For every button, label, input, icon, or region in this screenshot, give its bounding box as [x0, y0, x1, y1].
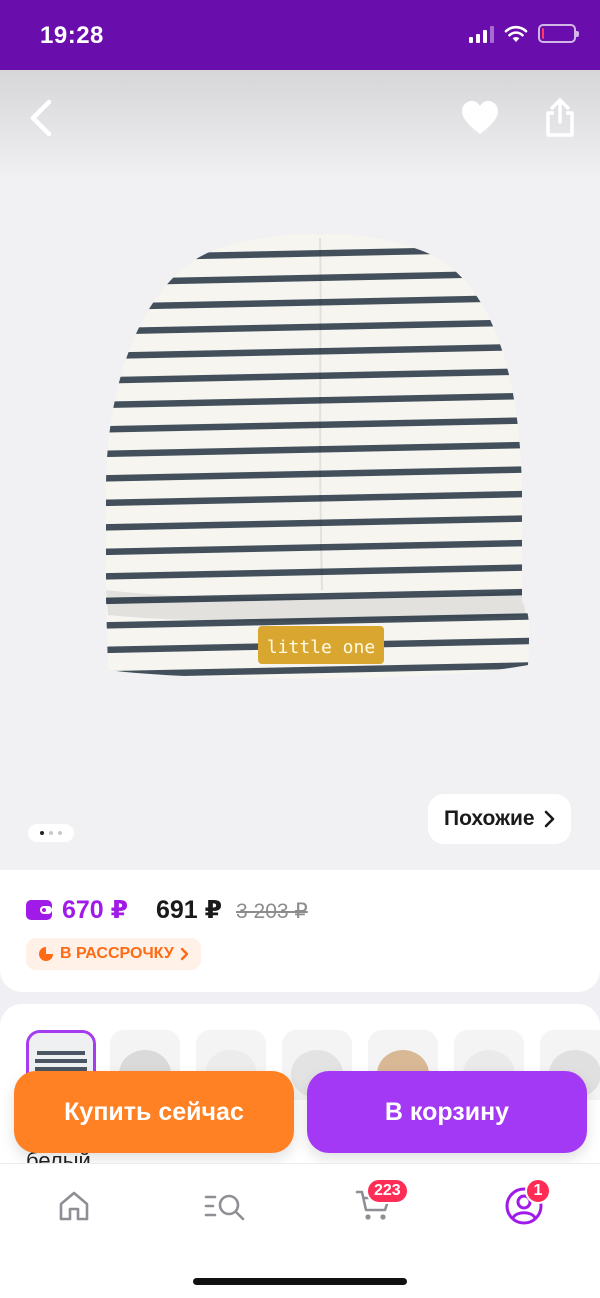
installment-label: В РАССРОЧКУ: [60, 945, 174, 962]
pagination-dot: [58, 831, 62, 835]
signal-icon: [469, 25, 494, 43]
chevron-right-icon: [544, 810, 554, 828]
catalog-search-icon: [204, 1194, 245, 1221]
cart-count-badge: 223: [366, 1178, 409, 1204]
wallet-price: 670 ₽: [62, 896, 129, 924]
product-image[interactable]: little one: [0, 70, 600, 870]
status-time: 19:28: [40, 22, 104, 49]
product-image-gallery[interactable]: little one Похожие: [0, 70, 600, 870]
add-to-cart-button[interactable]: В корзину: [307, 1071, 587, 1153]
status-bar: 19:28: [0, 0, 600, 70]
share-icon[interactable]: [536, 94, 584, 142]
battery-icon: [538, 24, 579, 43]
wallet-icon: [26, 900, 52, 920]
status-icons: [469, 24, 579, 43]
home-icon: [59, 1191, 89, 1221]
similar-products-button[interactable]: Похожие: [428, 794, 571, 844]
old-price: 3 203 ₽: [236, 900, 308, 923]
wifi-icon: [504, 25, 528, 42]
heart-icon[interactable]: [456, 94, 504, 142]
pie-chart-icon: [39, 947, 53, 961]
tab-catalog[interactable]: [203, 1184, 247, 1228]
home-indicator: [193, 1278, 407, 1285]
price-card: 670 ₽ 691 ₽ 3 203 ₽ В РАССРОЧКУ: [0, 870, 600, 992]
pagination-dot-active: [40, 831, 44, 835]
chevron-right-icon: [180, 947, 188, 961]
tab-home[interactable]: [52, 1184, 96, 1228]
back-icon[interactable]: [18, 94, 66, 142]
profile-notification-badge: 1: [525, 1178, 551, 1204]
brand-patch-text: little one: [267, 637, 375, 658]
pagination-dot: [49, 831, 53, 835]
installment-button[interactable]: В РАССРОЧКУ: [26, 938, 201, 970]
similar-label: Похожие: [444, 807, 535, 830]
gallery-pagination-dots: [28, 824, 74, 842]
price: 691 ₽: [156, 896, 223, 924]
buy-now-button[interactable]: Купить сейчас: [14, 1071, 294, 1153]
